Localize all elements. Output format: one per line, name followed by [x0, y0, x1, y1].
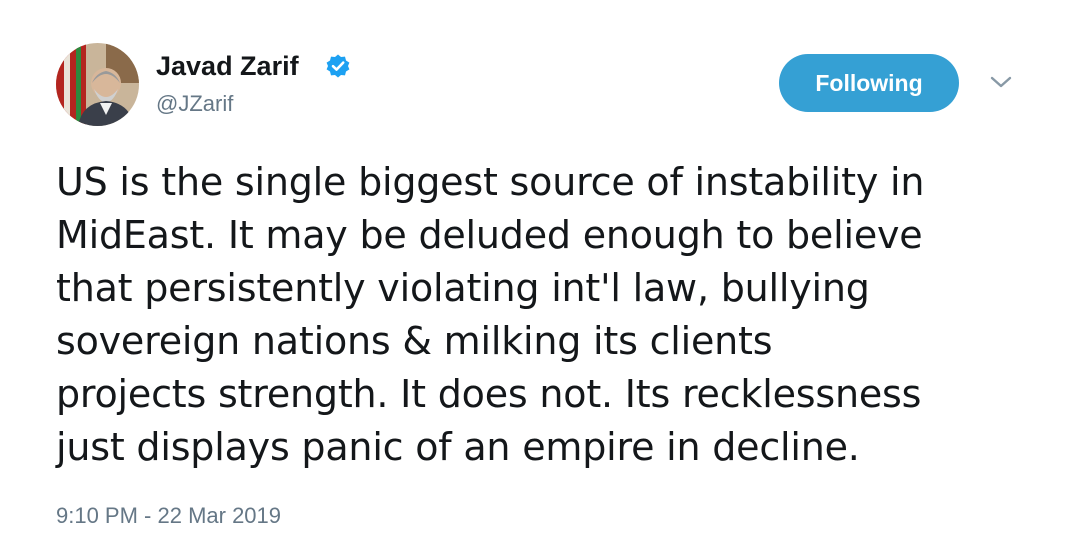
tweet-text: US is the single biggest source of insta…: [56, 156, 1041, 474]
user-handle[interactable]: @JZarif: [156, 90, 233, 118]
tweet-text-line: just displays panic of an empire in decl…: [56, 425, 860, 469]
following-button[interactable]: Following: [779, 54, 959, 112]
profile-photo-icon: [56, 43, 139, 126]
display-name[interactable]: Javad Zarif: [156, 50, 299, 82]
tweet-text-line: sovereign nations & milking its clients: [56, 319, 773, 363]
avatar[interactable]: [56, 43, 139, 126]
verified-badge-icon: [326, 54, 350, 78]
tweet-text-line: MidEast. It may be deluded enough to bel…: [56, 213, 923, 257]
tweet-text-line: US is the single biggest source of insta…: [56, 160, 925, 204]
tweet-text-line: projects strength. It does not. Its reck…: [56, 372, 922, 416]
tweet-timestamp[interactable]: 9:10 PM - 22 Mar 2019: [56, 502, 281, 530]
tweet-card: Javad Zarif @JZarif Following US is the …: [0, 0, 1068, 544]
chevron-down-icon[interactable]: [988, 72, 1014, 92]
tweet-text-line: that persistently violating int'l law, b…: [56, 266, 870, 310]
